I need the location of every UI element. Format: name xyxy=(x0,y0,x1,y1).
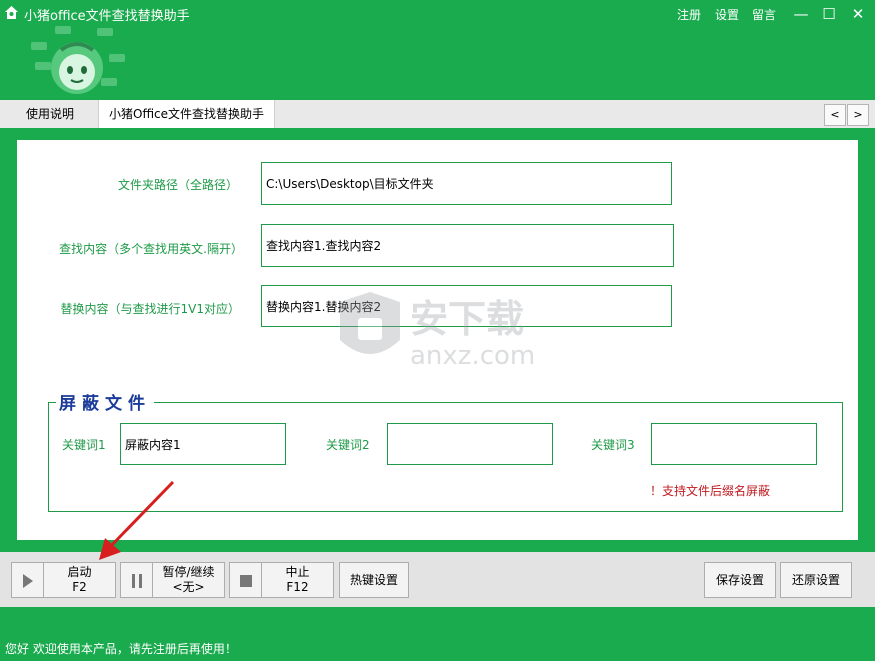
start-button-key: F2 xyxy=(72,580,87,594)
stop-button-label: 中止 xyxy=(285,565,310,579)
app-logo-icon xyxy=(5,6,18,19)
pause-resume-button[interactable]: 暂停/继续 <无> xyxy=(152,562,225,598)
folder-path-input[interactable] xyxy=(261,162,672,205)
folder-path-label: 文件夹路径（全路径） xyxy=(117,178,238,192)
keyword2-input[interactable] xyxy=(387,423,553,465)
stop-icon xyxy=(239,575,252,587)
start-button[interactable]: 启动 F2 xyxy=(43,562,116,598)
restore-settings-button[interactable]: 还原设置 xyxy=(780,562,852,598)
keyword3-input[interactable] xyxy=(651,423,817,465)
start-play-button[interactable] xyxy=(11,562,44,598)
register-link[interactable]: 注册 xyxy=(677,6,701,23)
start-button-label: 启动 xyxy=(67,565,92,579)
keyword3-label: 关键词3 xyxy=(591,438,635,452)
annotation-arrow-icon xyxy=(99,480,175,560)
pause-button-label: 暂停/继续 xyxy=(162,565,215,579)
watermark-logo: 安下载 anxz.com xyxy=(340,292,535,370)
close-icon[interactable]: ✕ xyxy=(845,2,871,26)
tab-main[interactable]: 小猪Office文件查找替换助手 xyxy=(98,100,276,128)
keyword1-input[interactable] xyxy=(120,423,286,465)
pause-button-key: <无> xyxy=(172,580,205,594)
replace-content-label: 替换内容（与查找进行1V1对应） xyxy=(60,302,240,316)
save-settings-button[interactable]: 保存设置 xyxy=(704,562,776,598)
play-icon xyxy=(22,574,33,588)
exclude-group-title: 屏蔽文件 xyxy=(56,389,154,414)
stop-button-key: F12 xyxy=(286,580,309,594)
pause-icon xyxy=(131,574,142,588)
hotkey-settings-button[interactable]: 热键设置 xyxy=(339,562,409,598)
feedback-link[interactable]: 留言 xyxy=(752,6,776,23)
stop-button[interactable]: 中止 F12 xyxy=(261,562,334,598)
find-content-label: 查找内容（多个查找用英文.隔开） xyxy=(59,242,243,256)
tab-scroll-right-icon[interactable]: > xyxy=(847,104,869,126)
maximize-icon[interactable]: ☐ xyxy=(816,2,842,26)
keyword2-label: 关键词2 xyxy=(326,438,370,452)
mascot-logo-icon xyxy=(31,26,125,94)
pause-toggle-button[interactable] xyxy=(120,562,153,598)
watermark-title: 安下载 xyxy=(410,297,524,341)
minimize-icon[interactable]: — xyxy=(788,2,814,26)
tab-help[interactable]: 使用说明 xyxy=(16,100,84,128)
watermark-domain: anxz.com xyxy=(410,341,535,370)
keyword1-label: 关键词1 xyxy=(62,438,106,452)
tab-scroll-left-icon[interactable]: < xyxy=(824,104,846,126)
status-text: 您好 欢迎使用本产品，请先注册后再使用！ xyxy=(5,642,237,656)
extension-note: ！支持文件后缀名屏蔽 xyxy=(650,484,771,498)
settings-link[interactable]: 设置 xyxy=(715,6,739,23)
find-content-input[interactable] xyxy=(261,224,674,267)
stop-square-button[interactable] xyxy=(229,562,262,598)
